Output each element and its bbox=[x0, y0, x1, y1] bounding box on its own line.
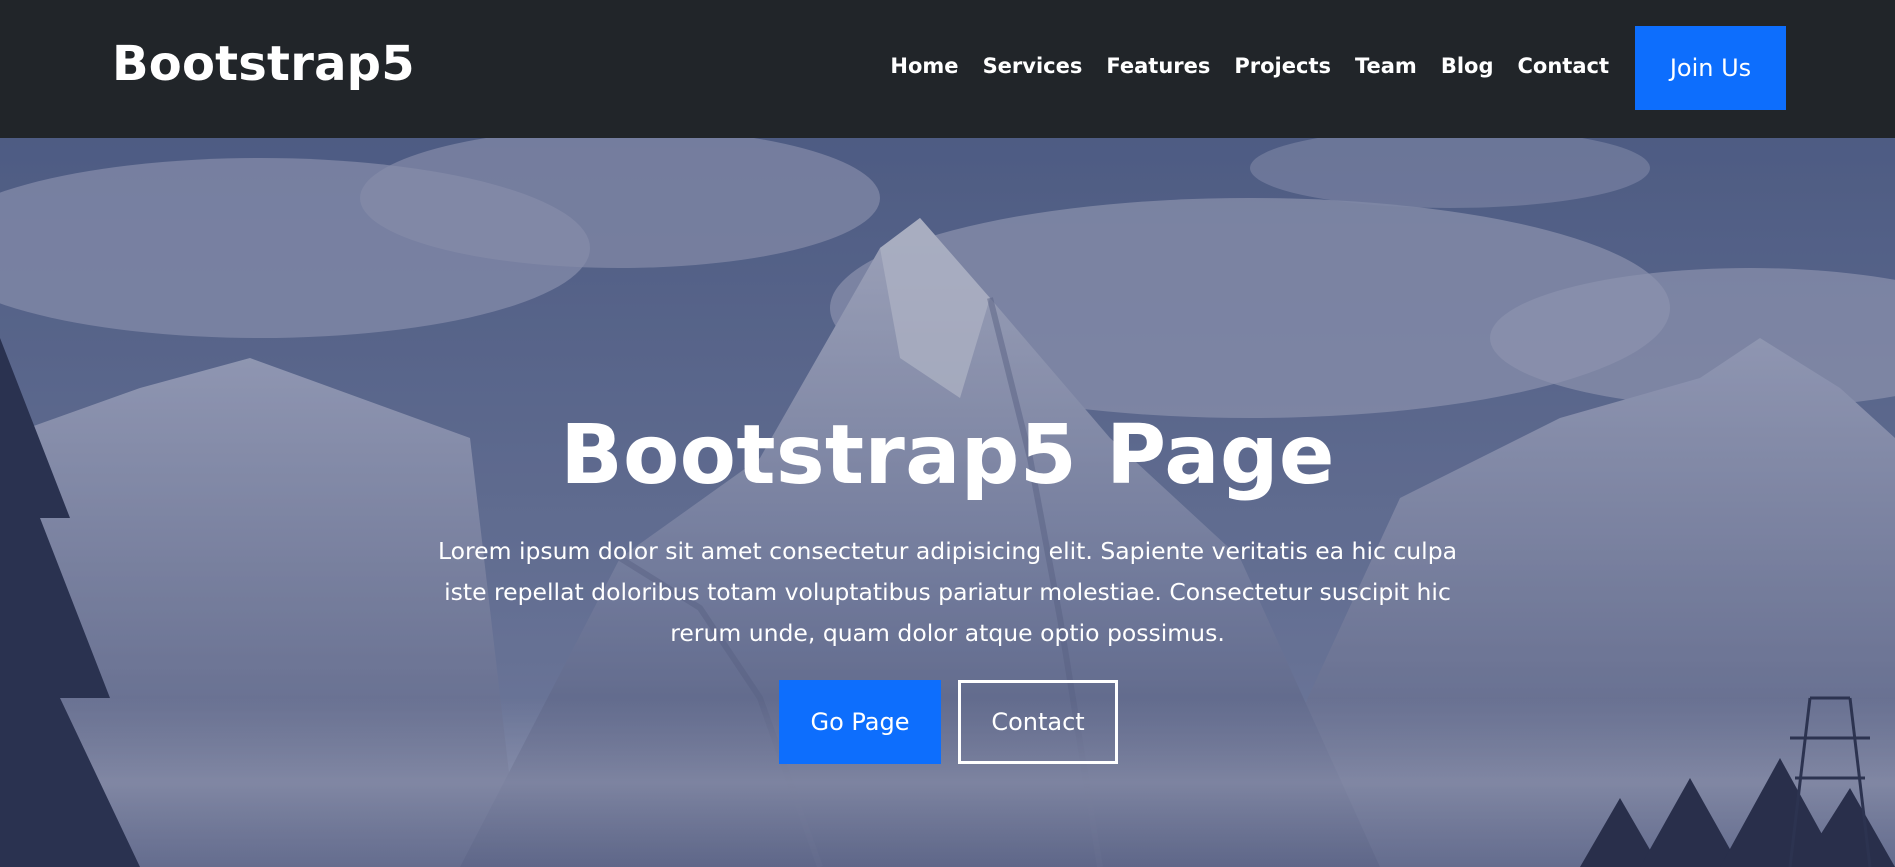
brand-logo[interactable]: Bootstrap5 bbox=[112, 36, 415, 92]
nav-link-contact[interactable]: Contact bbox=[1518, 54, 1610, 78]
nav-link-projects[interactable]: Projects bbox=[1234, 54, 1331, 78]
join-us-button[interactable]: Join Us bbox=[1635, 26, 1786, 110]
nav-link-services[interactable]: Services bbox=[983, 54, 1083, 78]
nav-link-home[interactable]: Home bbox=[890, 54, 958, 78]
navbar: Bootstrap5 Home Services Features Projec… bbox=[0, 0, 1895, 138]
contact-button[interactable]: Contact bbox=[958, 680, 1118, 764]
hero-title: Bootstrap5 Page bbox=[560, 408, 1335, 503]
nav-menu: Home Services Features Projects Team Blo… bbox=[890, 54, 1609, 78]
nav-link-team[interactable]: Team bbox=[1355, 54, 1417, 78]
hero-description: Lorem ipsum dolor sit amet consectetur a… bbox=[437, 537, 1458, 647]
hero-section: Bootstrap5 Page Lorem ipsum dolor sit am… bbox=[0, 138, 1895, 867]
nav-link-blog[interactable]: Blog bbox=[1441, 54, 1494, 78]
nav-link-features[interactable]: Features bbox=[1106, 54, 1210, 78]
go-page-button[interactable]: Go Page bbox=[779, 680, 941, 764]
